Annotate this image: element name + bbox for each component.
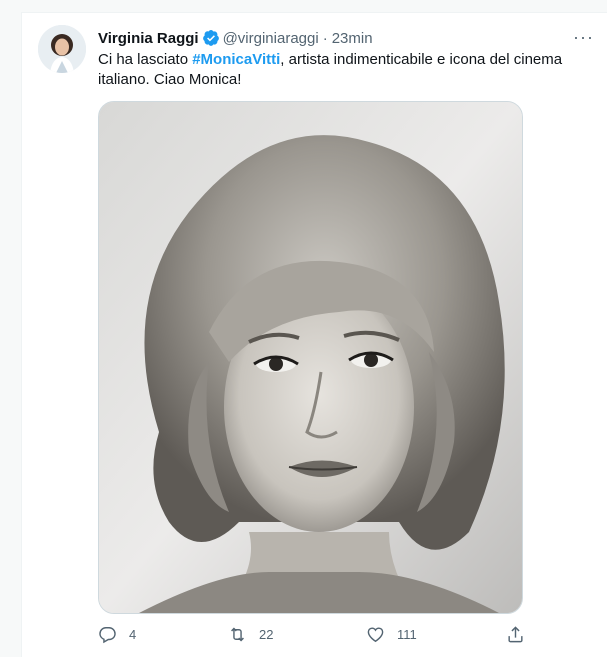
portrait-photo: [99, 102, 522, 613]
separator-dot: ·: [322, 29, 328, 47]
author-name[interactable]: Virginia Raggi: [98, 30, 199, 47]
reply-count: 4: [129, 627, 137, 642]
tweet-card[interactable]: Virginia Raggi @virginiaraggi · 23min ··…: [21, 12, 607, 657]
more-options-icon[interactable]: ···: [573, 27, 594, 48]
retweet-button[interactable]: 22: [228, 625, 273, 644]
author-handle[interactable]: @virginiaraggi: [223, 30, 319, 47]
reply-icon: [99, 627, 116, 644]
like-count: 111: [397, 627, 417, 642]
tweet-actions-bar: 4 22 111: [98, 625, 528, 647]
tweet-timestamp[interactable]: 23min: [332, 30, 373, 47]
verified-badge-icon: [202, 29, 219, 46]
share-button[interactable]: [506, 625, 537, 644]
tweet-media-photo[interactable]: [98, 101, 523, 614]
tweet-text: Ci ha lasciato #MonicaVitti, artista ind…: [98, 50, 578, 90]
hashtag-link[interactable]: #MonicaVitti: [192, 51, 280, 68]
reply-button[interactable]: 4: [98, 625, 136, 644]
retweet-count: 22: [259, 627, 274, 642]
like-button[interactable]: 111: [366, 625, 417, 644]
avatar[interactable]: [38, 25, 86, 73]
avatar-image: [38, 25, 86, 73]
tweet-header: Virginia Raggi @virginiaraggi · 23min: [98, 27, 592, 49]
share-icon: [508, 626, 523, 643]
retweet-icon: [231, 627, 244, 642]
heart-icon: [367, 627, 384, 643]
tweet-text-before: Ci ha lasciato: [98, 51, 193, 68]
